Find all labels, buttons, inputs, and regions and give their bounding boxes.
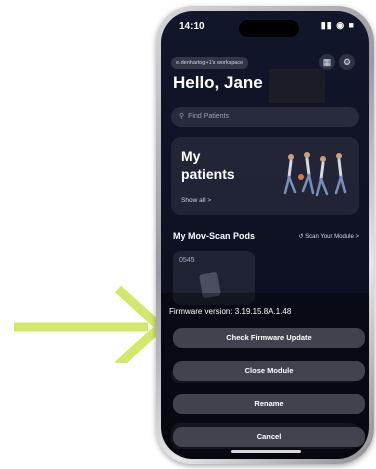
search-input[interactable]: ⚲ Find Patients [171, 107, 359, 127]
my-patients-title: My patients [181, 148, 235, 182]
workspace-badge[interactable]: e.denhartog+1's workspace [171, 57, 249, 69]
pods-section-title: My Mov-Scan Pods [173, 231, 256, 241]
status-icons: ▮▮ ◉ ■ [320, 20, 355, 30]
search-placeholder: Find Patients [188, 113, 229, 120]
rename-button[interactable]: Rename [173, 394, 365, 414]
patients-illustration [283, 152, 347, 197]
phone-frame: 14:10 ▮▮ ◉ ■ e.denhartog+1's workspace ▦… [156, 6, 374, 464]
redacted-area [269, 69, 325, 103]
dynamic-island [239, 20, 299, 37]
status-time: 14:10 [179, 21, 205, 32]
pod-code: 0545 [179, 257, 195, 264]
my-patients-card[interactable]: My patients Show all > [171, 137, 359, 215]
cancel-button[interactable]: Cancel [173, 427, 365, 447]
firmware-version: Firmware version: 3.19.15.8A.1.48 [169, 307, 292, 316]
home-indicator[interactable] [231, 450, 301, 453]
greeting-title: Hello, Jane [173, 73, 263, 92]
check-firmware-update-button[interactable]: Check Firmware Update [173, 328, 365, 348]
qr-scan-icon[interactable]: ▦ [319, 54, 335, 70]
gear-icon[interactable]: ⚙ [339, 54, 355, 70]
scan-module-label: Scan Your Module > [305, 234, 359, 240]
phone-screen: 14:10 ▮▮ ◉ ■ e.denhartog+1's workspace ▦… [161, 11, 369, 459]
search-icon: ⚲ [179, 113, 185, 120]
annotation-arrow [14, 285, 167, 363]
close-module-button[interactable]: Close Module [173, 361, 365, 381]
show-all-link[interactable]: Show all > [181, 197, 211, 204]
scan-module-link[interactable]: ↺ Scan Your Module > [298, 233, 359, 240]
